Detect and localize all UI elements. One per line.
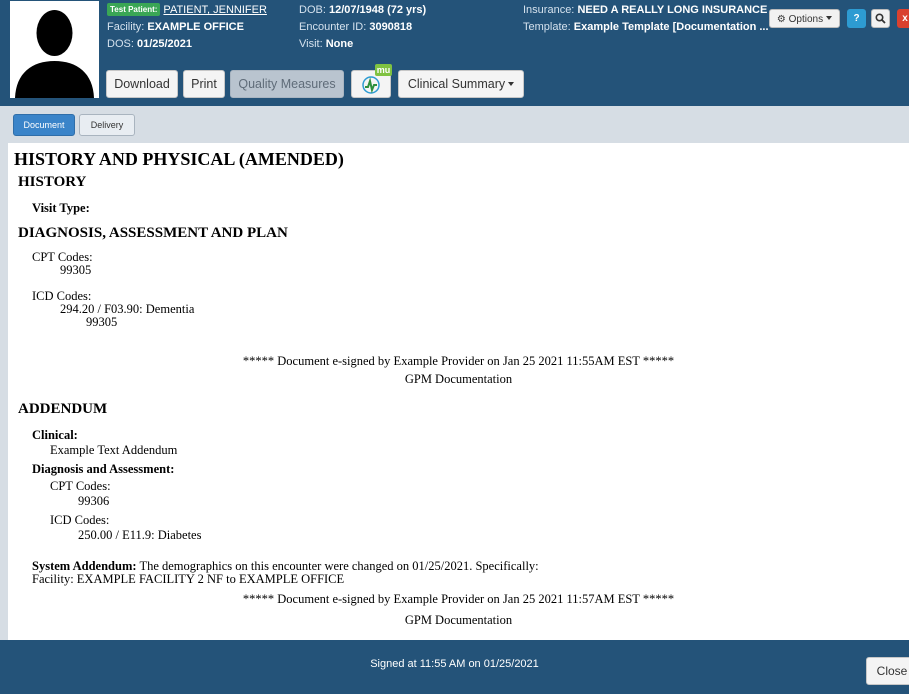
dob-label: DOB: bbox=[299, 4, 326, 16]
visit-type-label: Visit Type: bbox=[32, 201, 90, 215]
diagnosis-assessment-label: Diagnosis and Assessment: bbox=[32, 462, 175, 476]
clinical-label: Clinical: bbox=[32, 428, 78, 442]
visit-label: Visit: bbox=[299, 38, 323, 50]
cpt-codes-label: CPT Codes: bbox=[32, 250, 93, 264]
download-button[interactable]: Download bbox=[106, 70, 178, 98]
patient-name-row: Test Patient: PATIENT, JENNIFER bbox=[107, 2, 267, 19]
tab-delivery[interactable]: Delivery bbox=[79, 114, 135, 136]
print-button[interactable]: Print bbox=[183, 70, 225, 98]
system-addendum: System Addendum: The demographics on thi… bbox=[32, 559, 539, 573]
dos-value: 01/25/2021 bbox=[136, 38, 193, 50]
facility-label: Facility: bbox=[107, 21, 145, 33]
footer-bar: Signed at 11:55 AM on 01/25/2021 Close bbox=[0, 640, 909, 694]
search-icon bbox=[875, 13, 886, 24]
close-x-button[interactable]: x bbox=[897, 9, 909, 28]
facility-change-text: Facility: EXAMPLE FACILITY 2 NF to EXAMP… bbox=[32, 572, 345, 586]
patient-name-link[interactable]: PATIENT, JENNIFER bbox=[163, 4, 267, 16]
meaningful-use-icon bbox=[362, 76, 380, 94]
person-silhouette-icon bbox=[15, 10, 94, 98]
document-title: HISTORY AND PHYSICAL (AMENDED) bbox=[14, 149, 344, 169]
visit-row: Visit: None bbox=[299, 36, 353, 53]
template-value: Example Template [Documentation ... bbox=[573, 21, 769, 33]
patient-avatar bbox=[10, 1, 99, 98]
dos-row: DOS: 01/25/2021 bbox=[107, 36, 192, 53]
addendum-icd-value: 250.00 / E11.9: Diabetes bbox=[78, 528, 202, 542]
document-viewer: HISTORY AND PHYSICAL (AMENDED) HISTORY V… bbox=[8, 143, 909, 640]
encounter-value: 3090818 bbox=[369, 21, 413, 33]
addendum-icd-label: ICD Codes: bbox=[50, 513, 110, 527]
history-heading: HISTORY bbox=[18, 174, 87, 190]
dob-value: 12/07/1948 (72 yrs) bbox=[328, 4, 427, 16]
encounter-label: Encounter ID: bbox=[299, 21, 367, 33]
dos-label: DOS: bbox=[107, 38, 134, 50]
cpt-codes-value: 99305 bbox=[60, 263, 92, 277]
search-button[interactable] bbox=[871, 9, 890, 28]
tab-document[interactable]: Document bbox=[13, 114, 75, 136]
gpm-documentation-1: GPM Documentation bbox=[404, 372, 513, 386]
encounter-row: Encounter ID: 3090818 bbox=[299, 19, 412, 36]
facility-value: EXAMPLE OFFICE bbox=[147, 21, 244, 33]
close-button[interactable]: Close bbox=[866, 657, 909, 685]
system-addendum-text: The demographics on this encounter were … bbox=[139, 559, 539, 573]
signed-status-text: Signed at 11:55 AM on 01/25/2021 bbox=[370, 658, 539, 670]
clinical-value: Example Text Addendum bbox=[50, 443, 178, 457]
insurance-value: NEED A REALLY LONG INSURANCE bbox=[577, 4, 768, 16]
insurance-label: Insurance: bbox=[523, 4, 575, 16]
mu-badge: mu bbox=[375, 64, 392, 76]
left-gutter bbox=[0, 143, 8, 640]
template-row: Template: Example Template [Documentatio… bbox=[523, 19, 769, 36]
insurance-row: Insurance: NEED A REALLY LONG INSURANCE bbox=[523, 2, 767, 19]
icd-codes-label: ICD Codes: bbox=[32, 289, 92, 303]
addendum-heading: ADDENDUM bbox=[18, 401, 108, 417]
document-tabs-bar: Document Delivery bbox=[0, 106, 909, 143]
icd-codes-sub-value: 99305 bbox=[86, 315, 118, 329]
system-addendum-label: System Addendum: bbox=[32, 559, 137, 573]
caret-down-icon bbox=[826, 16, 833, 20]
patient-header: Test Patient: PATIENT, JENNIFER Facility:… bbox=[0, 0, 909, 106]
gear-icon: ⚙ bbox=[776, 14, 786, 25]
options-dropdown-button[interactable]: ⚙ Options bbox=[769, 9, 840, 28]
dap-heading: DIAGNOSIS, ASSESSMENT AND PLAN bbox=[18, 225, 288, 241]
gpm-documentation-2: GPM Documentation bbox=[404, 613, 513, 627]
clinical-summary-dropdown[interactable]: Clinical Summary bbox=[398, 70, 524, 98]
esign-line-1: ***** Document e-signed by Example Provi… bbox=[242, 354, 675, 368]
caret-down-icon bbox=[508, 82, 515, 86]
quality-measures-button[interactable]: Quality Measures bbox=[230, 70, 344, 98]
addendum-cpt-value: 99306 bbox=[78, 494, 110, 508]
visit-value: None bbox=[325, 38, 354, 50]
addendum-cpt-label: CPT Codes: bbox=[50, 479, 111, 493]
facility-row: Facility: EXAMPLE OFFICE bbox=[107, 19, 244, 36]
help-button[interactable]: ? bbox=[847, 9, 866, 28]
dob-row: DOB: 12/07/1948 (72 yrs) bbox=[299, 2, 426, 19]
test-patient-badge: Test Patient: bbox=[107, 3, 161, 16]
template-label: Template: bbox=[523, 21, 571, 33]
esign-line-2: ***** Document e-signed by Example Provi… bbox=[242, 592, 675, 606]
icd-codes-value: 294.20 / F03.90: Dementia bbox=[60, 302, 195, 316]
